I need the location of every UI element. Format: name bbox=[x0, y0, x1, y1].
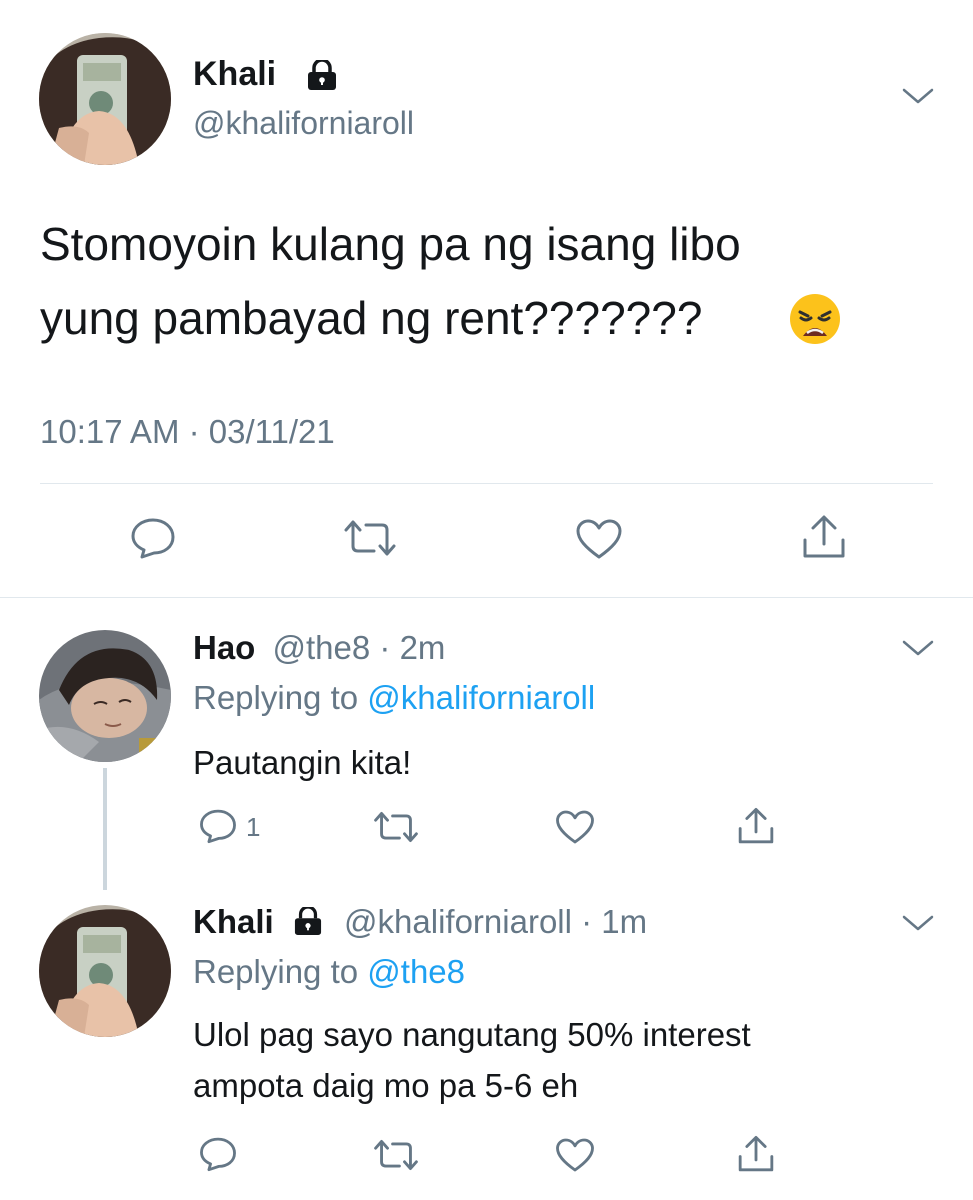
replying-to-handle[interactable]: @the8 bbox=[367, 953, 465, 990]
author-avatar[interactable] bbox=[39, 33, 171, 165]
author-handle[interactable]: @khaliforniaroll bbox=[193, 104, 414, 142]
author-name[interactable]: Khali bbox=[193, 54, 276, 94]
heart-icon[interactable] bbox=[555, 809, 595, 845]
author-handle[interactable]: @the8 bbox=[273, 629, 371, 666]
share-icon[interactable] bbox=[800, 514, 848, 560]
share-icon[interactable] bbox=[736, 1134, 776, 1174]
author-name[interactable]: Khali bbox=[193, 903, 274, 940]
weary-face-icon bbox=[788, 292, 842, 351]
reply-text-line: Pautangin kita! bbox=[193, 744, 412, 781]
lock-icon bbox=[304, 58, 340, 95]
replying-to: Replying to @the8 bbox=[193, 952, 465, 992]
author-handle[interactable]: @khaliforniaroll bbox=[344, 903, 572, 940]
replying-to-prefix: Replying to bbox=[193, 679, 359, 716]
tweet-text-line-2-text: yung pambayad ng rent??????? bbox=[40, 292, 703, 344]
retweet-icon[interactable] bbox=[342, 518, 398, 558]
reply-time[interactable]: · 1m bbox=[581, 903, 647, 940]
author-avatar[interactable] bbox=[39, 905, 171, 1037]
reply-icon[interactable] bbox=[130, 517, 176, 559]
retweet-icon[interactable] bbox=[372, 810, 420, 844]
lock-icon bbox=[291, 904, 335, 944]
divider bbox=[40, 483, 933, 484]
tweet-text-line-2: yung pambayad ng rent??????? 😩 bbox=[40, 290, 702, 346]
chevron-down-icon[interactable] bbox=[902, 638, 934, 663]
replying-to-handle[interactable]: @khaliforniaroll bbox=[367, 679, 595, 716]
reply-icon[interactable] bbox=[199, 1136, 237, 1172]
tweet-timestamp[interactable]: 10:17 AM · 03/11/21 bbox=[40, 412, 335, 452]
share-icon[interactable] bbox=[736, 806, 776, 846]
reply-count: 1 bbox=[246, 812, 261, 842]
replying-to-prefix: Replying to bbox=[193, 953, 359, 990]
reply-time[interactable]: · 2m bbox=[379, 629, 445, 666]
author-name[interactable]: Hao bbox=[193, 629, 255, 666]
author-avatar[interactable] bbox=[39, 630, 171, 762]
tweet-text-line-1: Stomoyoin kulang pa ng isang libo bbox=[40, 218, 741, 270]
retweet-icon[interactable] bbox=[372, 1138, 420, 1172]
heart-icon[interactable] bbox=[555, 1137, 595, 1173]
divider bbox=[0, 597, 973, 598]
chevron-down-icon[interactable] bbox=[902, 86, 934, 111]
replying-to: Replying to @khaliforniaroll bbox=[193, 678, 595, 718]
heart-icon[interactable] bbox=[575, 518, 623, 560]
reply-icon[interactable] bbox=[199, 808, 237, 844]
thread-connector-line bbox=[103, 768, 107, 890]
reply-text-line: Ulol pag sayo nangutang 50% interest bbox=[193, 1016, 751, 1053]
reply-text-line: ampota daig mo pa 5-6 eh bbox=[193, 1067, 579, 1104]
chevron-down-icon[interactable] bbox=[902, 913, 934, 938]
